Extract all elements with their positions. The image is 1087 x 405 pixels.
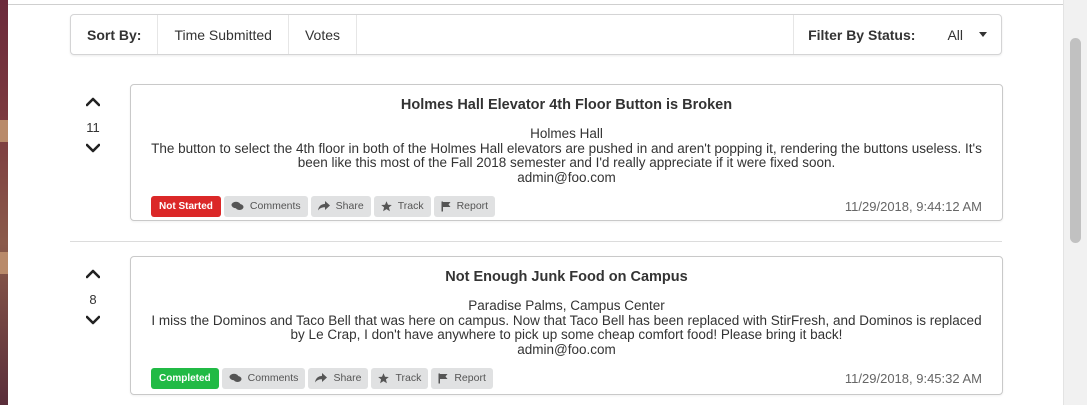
- comments-icon: [231, 201, 244, 210]
- share-icon: [317, 201, 330, 211]
- downvote-button[interactable]: [70, 143, 116, 159]
- share-button[interactable]: Share: [310, 195, 371, 217]
- chevron-up-icon[interactable]: [86, 97, 100, 107]
- flag-icon: [441, 201, 451, 211]
- comments-label: Comments: [249, 200, 301, 212]
- star-icon: [380, 200, 392, 211]
- window-top-edge: [8, 0, 1063, 5]
- post-card: Not Enough Junk Food on Campus Paradise …: [130, 256, 1003, 395]
- track-label: Track: [397, 200, 424, 212]
- vote-count: 11: [86, 120, 100, 135]
- post-author: admin@foo.com: [517, 169, 616, 185]
- vote-control: 11: [70, 97, 116, 159]
- share-button[interactable]: Share: [308, 367, 369, 389]
- comments-icon: [229, 373, 242, 382]
- comments-button[interactable]: Comments: [221, 367, 306, 389]
- chevron-down-icon[interactable]: [86, 143, 100, 153]
- post-card: Holmes Hall Elevator 4th Floor Button is…: [130, 84, 1003, 221]
- filter-by-status-label: Filter By Status:: [808, 26, 916, 43]
- report-label: Report: [454, 372, 486, 384]
- status-filter-dropdown[interactable]: All: [947, 27, 963, 43]
- vote-count: 8: [89, 292, 97, 307]
- post-actions: Not Started Comments Share Track Report …: [151, 195, 1002, 217]
- star-icon: [378, 372, 390, 383]
- background-window-strip: [0, 0, 8, 405]
- track-button[interactable]: Track: [373, 195, 431, 217]
- background-window-fragment: [0, 120, 8, 142]
- post-location: Paradise Palms, Campus Center: [468, 298, 665, 313]
- scrollbar-thumb[interactable]: [1070, 38, 1081, 243]
- vote-control: 8: [70, 269, 116, 331]
- share-label: Share: [335, 200, 364, 212]
- upvote-button[interactable]: [70, 269, 116, 285]
- downvote-button[interactable]: [70, 315, 116, 331]
- status-badge: Completed: [151, 367, 219, 389]
- chevron-up-icon[interactable]: [86, 269, 100, 279]
- post-title[interactable]: Holmes Hall Elevator 4th Floor Button is…: [131, 97, 1002, 117]
- share-label: Share: [333, 372, 362, 384]
- post-timestamp: 11/29/2018, 9:44:12 AM: [844, 198, 982, 214]
- sort-option-time-submitted[interactable]: Time Submitted: [158, 15, 289, 54]
- post-body: Holmes Hall The button to select the 4th…: [131, 126, 1002, 185]
- sort-bar: Sort By: Time Submitted Votes Filter By …: [70, 14, 1002, 55]
- comments-label: Comments: [247, 372, 299, 384]
- caret-down-icon[interactable]: [979, 32, 987, 37]
- share-icon: [315, 373, 328, 383]
- post-timestamp: 11/29/2018, 9:45:32 AM: [844, 370, 982, 386]
- track-button[interactable]: Track: [371, 367, 429, 389]
- track-label: Track: [395, 372, 422, 384]
- report-label: Report: [456, 200, 489, 212]
- sort-by-label: Sort By:: [71, 15, 159, 54]
- post-description: The button to select the 4th floor in bo…: [151, 140, 982, 170]
- post-author: admin@foo.com: [517, 341, 616, 357]
- status-filter: Filter By Status: All: [793, 15, 1001, 54]
- post-location: Holmes Hall: [530, 126, 603, 141]
- report-button[interactable]: Report: [431, 367, 493, 389]
- status-badge: Not Started: [151, 195, 221, 217]
- chevron-down-icon[interactable]: [86, 315, 100, 325]
- post-actions: Completed Comments Share Track Report 11…: [151, 367, 1002, 389]
- upvote-button[interactable]: [70, 97, 116, 113]
- post-title[interactable]: Not Enough Junk Food on Campus: [131, 269, 1002, 289]
- flag-icon: [438, 373, 448, 383]
- post-description: I miss the Dominos and Taco Bell that wa…: [151, 312, 982, 342]
- background-window-fragment: [0, 252, 8, 274]
- sort-option-votes[interactable]: Votes: [289, 15, 357, 54]
- comments-button[interactable]: Comments: [223, 195, 308, 217]
- vertical-scrollbar[interactable]: [1063, 0, 1087, 405]
- post-body: Paradise Palms, Campus Center I miss the…: [131, 298, 1002, 357]
- post-divider: [70, 241, 1002, 242]
- report-button[interactable]: Report: [433, 195, 496, 217]
